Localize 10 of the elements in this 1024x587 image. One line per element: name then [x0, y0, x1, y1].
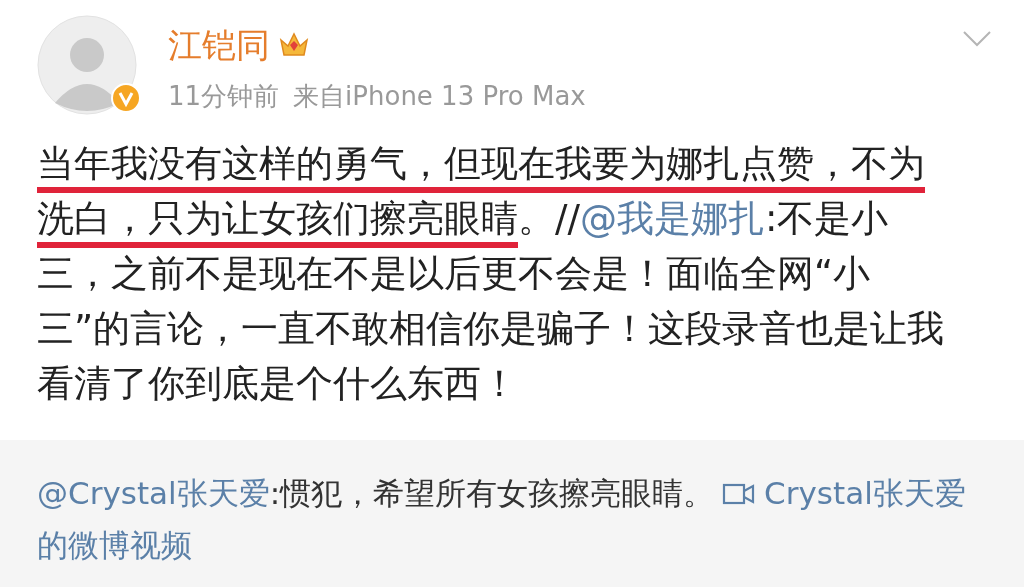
- avatar[interactable]: [37, 15, 137, 115]
- mention-link[interactable]: @我是娜扎: [579, 197, 765, 240]
- mention-link[interactable]: @Crystal张天爱: [37, 475, 270, 511]
- post-source: 来自iPhone 13 Pro Max: [293, 80, 586, 113]
- repost-text: @Crystal张天爱:惯犯，希望所有女孩擦亮眼睛。 Crystal张天爱的微博视频: [37, 474, 967, 565]
- author-name[interactable]: 江铠同: [168, 23, 270, 67]
- video-camera-icon: [722, 482, 757, 506]
- post-text: 当年我没有这样的勇气，但现在我要为娜扎点赞，不为洗白，只为让女孩们擦亮眼睛。//@我是娜扎:不是小三，之前不是现在不是以后更不会是！面临全网“小三”的言论，一直不敢相信你是骗子！这段录音也是让我看清了你到底是个什么东西！: [37, 141, 946, 407]
- chevron-down-icon[interactable]: [962, 30, 992, 48]
- post-time: 11分钟前: [168, 80, 280, 113]
